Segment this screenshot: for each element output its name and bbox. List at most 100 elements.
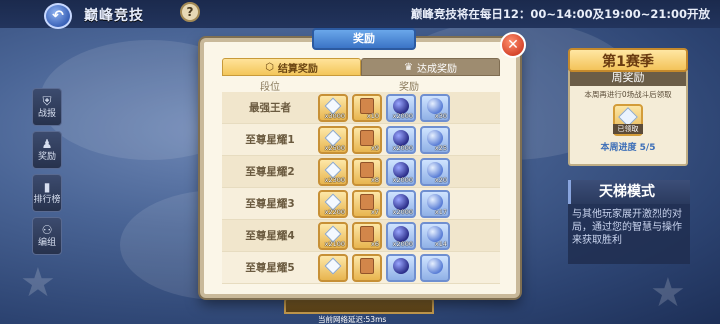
badge-icon: ♟ [41, 137, 53, 151]
reward-item[interactable]: x2000 [386, 93, 416, 122]
reward-item[interactable]: x8 [352, 157, 382, 186]
reward-quantity: x7 [371, 207, 379, 216]
back-arrow-icon: ↶ [52, 8, 64, 24]
reward-item[interactable] [420, 253, 450, 282]
reward-item[interactable]: x2200 [318, 189, 348, 218]
table-row: 至尊星耀2 x2300 x8 x2000 x20 [222, 156, 500, 188]
table-row: 至尊星耀5 [222, 252, 500, 284]
ladder-mode-card[interactable]: 天梯模式 与其他玩家展开激烈的对局，通过您的智慧与操作来获取胜利 [568, 180, 690, 264]
season-panel: 周奖励 本周再进行0场战斗后领取 已领取 本周进度 5/5 第1赛季 [568, 48, 688, 166]
reward-item[interactable]: x9 [352, 125, 382, 154]
table-header: 段位 奖励 [222, 78, 500, 93]
reward-quantity: x9 [371, 143, 379, 152]
weekly-reward-item[interactable]: 已领取 [613, 104, 643, 136]
sidebar-item-battle-report[interactable]: ⛨ 战报 [32, 88, 62, 126]
reward-quantity: x2000 [392, 175, 413, 184]
reward-item[interactable]: x25 [420, 125, 450, 154]
weekly-reward-desc: 本周再进行0场战斗后领取 [584, 90, 672, 99]
reward-quantity: x14 [434, 239, 447, 248]
reward-quantity: x2000 [392, 111, 413, 120]
rewards-modal: 奖励 ✕ ⬡ 结算奖励 ♛ 达成奖励 段位 奖励 最强王者 x3000 x10 x20… [200, 28, 526, 298]
reward-item[interactable]: x30 [420, 93, 450, 122]
reward-items: x2300 x8 x2000 x20 [318, 157, 500, 186]
rank-label: 至尊星耀4 [245, 230, 295, 242]
sidebar-item-leaderboard[interactable]: ▮ 排行榜 [32, 174, 62, 212]
table-row: 最强王者 x3000 x10 x2000 x30 [222, 92, 500, 124]
rank-label: 至尊星耀3 [245, 198, 295, 210]
reward-item[interactable]: x2000 [386, 189, 416, 218]
reward-quantity: x2300 [324, 175, 345, 184]
reward-tabs: ⬡ 结算奖励 ♛ 达成奖励 [222, 58, 500, 76]
bar-chart-icon: ▮ [43, 180, 51, 194]
column-header-rank: 段位 [260, 81, 280, 93]
reward-item[interactable]: x2000 [386, 157, 416, 186]
reward-quantity: x3000 [324, 111, 345, 120]
help-button[interactable]: ? [180, 2, 200, 22]
season-banner: 第1赛季 [568, 48, 688, 72]
reward-items: x2100 x6 x2000 x14 [318, 221, 500, 250]
sidebar-item-label: 奖励 [37, 152, 56, 162]
reward-quantity: x25 [434, 143, 447, 152]
sidebar-item-label: 排行榜 [33, 195, 61, 205]
reward-quantity: x17 [434, 207, 447, 216]
reward-item[interactable] [318, 253, 348, 282]
screen-title: 巅峰竞技 [84, 8, 144, 24]
trophy-icon: ♛ [404, 61, 413, 73]
reward-quantity: x2000 [392, 207, 413, 216]
reward-quantity: x2000 [392, 143, 413, 152]
reward-items [318, 253, 500, 282]
tab-achievement-rewards[interactable]: ♛ 达成奖励 [361, 58, 500, 76]
reward-item[interactable]: x6 [352, 221, 382, 250]
reward-item[interactable]: x2000 [386, 125, 416, 154]
reward-item[interactable] [386, 253, 416, 282]
crystal-orb-icon [427, 258, 443, 275]
sidebar-item-rewards[interactable]: ♟ 奖励 [32, 131, 62, 169]
close-button[interactable]: ✕ [500, 32, 526, 58]
reward-item[interactable]: x20 [420, 157, 450, 186]
reward-item[interactable]: x14 [420, 221, 450, 250]
table-row: 至尊星耀4 x2100 x6 x2000 x14 [222, 220, 500, 252]
close-icon: ✕ [507, 37, 519, 53]
reward-item[interactable]: x10 [352, 93, 382, 122]
side-menu: ⛨ 战报 ♟ 奖励 ▮ 排行榜 ⚇ 编组 [32, 88, 62, 260]
reward-items: x2200 x7 x2000 x17 [318, 189, 500, 218]
reward-item[interactable]: x7 [352, 189, 382, 218]
reward-item[interactable]: x2000 [386, 221, 416, 250]
reward-quantity: x20 [434, 175, 447, 184]
shield-icon: ⛨ [42, 94, 52, 108]
rank-label: 最强王者 [249, 102, 291, 114]
ladder-mode-title: 天梯模式 [568, 180, 690, 204]
reward-item[interactable]: x17 [420, 189, 450, 218]
hexagon-icon: ⬡ [265, 61, 274, 73]
sidebar-item-label: 编组 [37, 238, 56, 248]
scroll-icon [360, 258, 374, 275]
claimed-badge: 已领取 [613, 124, 643, 134]
reward-item[interactable] [352, 253, 382, 282]
orb-icon [393, 258, 409, 275]
tab-label: 达成奖励 [416, 63, 457, 75]
rewards-table[interactable]: 段位 奖励 最强王者 x3000 x10 x2000 x30 至尊星耀1 x2500 x9 x2… [222, 78, 500, 284]
tab-settlement-rewards[interactable]: ⬡ 结算奖励 [222, 58, 361, 76]
team-icon: ⚇ [41, 223, 53, 237]
network-latency: 当前网络延迟:53ms [318, 315, 387, 324]
reward-item[interactable]: x2500 [318, 125, 348, 154]
reward-item[interactable]: x2100 [318, 221, 348, 250]
reward-item[interactable]: x3000 [318, 93, 348, 122]
schedule-text: 巅峰竞技将在每日12：00~14:00及19:00~21:00开放 [410, 7, 710, 21]
reward-quantity: x8 [371, 175, 379, 184]
table-body: 最强王者 x3000 x10 x2000 x30 至尊星耀1 x2500 x9 x2000 x25… [222, 92, 500, 284]
rank-label: 至尊星耀1 [245, 134, 295, 146]
table-row: 至尊星耀3 x2200 x7 x2000 x17 [222, 188, 500, 220]
reward-quantity: x6 [371, 239, 379, 248]
sidebar-item-team[interactable]: ⚇ 编组 [32, 217, 62, 255]
rank-label: 至尊星耀2 [245, 166, 295, 178]
back-button[interactable]: ↶ [44, 3, 72, 29]
diamond-icon [324, 257, 342, 275]
reward-quantity: x2200 [324, 207, 345, 216]
reward-item[interactable]: x2300 [318, 157, 348, 186]
reward-quantity: x2100 [324, 239, 345, 248]
table-row: 至尊星耀1 x2500 x9 x2000 x25 [222, 124, 500, 156]
weekly-reward-card[interactable]: 周奖励 本周再进行0场战斗后领取 已领取 本周进度 5/5 [568, 68, 688, 166]
reward-items: x3000 x10 x2000 x30 [318, 93, 500, 122]
tab-label: 结算奖励 [277, 63, 318, 75]
